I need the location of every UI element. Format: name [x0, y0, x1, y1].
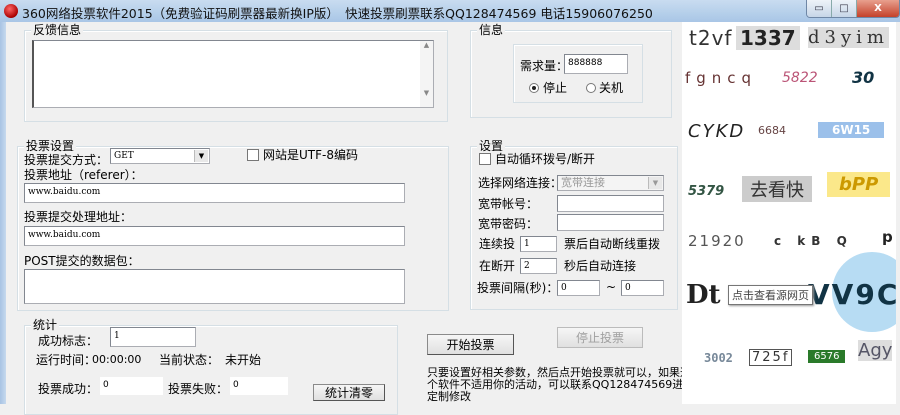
chevron-down-icon: ▼ [648, 177, 662, 189]
shutdown-radio-label: 关机 [599, 81, 624, 95]
auto-dial-checkbox[interactable] [479, 153, 491, 165]
account-input[interactable] [557, 195, 664, 212]
captcha-sample: 6576 [808, 350, 846, 363]
stop-radio-label: 停止 [543, 81, 568, 95]
fail-count-value: 0 [230, 377, 288, 395]
utf8-label: 网站是UTF-8编码 [263, 148, 358, 162]
continuous-suffix: 票后自动断线重拨 [564, 237, 661, 251]
demand-label: 需求量： [520, 59, 569, 73]
captcha-sample: 5379 [688, 184, 725, 199]
password-input[interactable] [557, 214, 664, 231]
interval-from-input[interactable]: 0 [557, 280, 600, 296]
minimize-button[interactable]: ▭ [807, 0, 832, 17]
captcha-sample: bPP [827, 172, 891, 197]
settings-group-label: 设置 [477, 139, 506, 153]
window-controls: ▭ □ X [806, 0, 900, 18]
vote-settings-label: 投票设置 [24, 139, 77, 153]
status-value: 未开始 [225, 353, 262, 367]
captcha-sample: 1337 [736, 26, 800, 50]
runtime-label: 运行时间： [36, 353, 97, 367]
chevron-down-icon: ▼ [194, 150, 208, 162]
demand-input[interactable]: 888888 [564, 54, 628, 74]
captcha-sample: CYKD [688, 121, 746, 142]
interval-label: 投票间隔(秒)： [477, 281, 559, 295]
stop-vote-button[interactable]: 停止投票 [557, 327, 643, 348]
method-label: 投票提交方式： [24, 153, 109, 167]
feedback-group-label: 反馈信息 [31, 23, 84, 37]
interval-separator: ~ [606, 280, 617, 294]
captcha-sample: 去看快 [742, 176, 812, 202]
submit-url-label: 投票提交处理地址： [24, 210, 133, 224]
close-button[interactable]: X [857, 0, 899, 17]
network-select[interactable]: 宽带连接 ▼ [557, 175, 664, 191]
success-flag-label: 成功标志： [38, 334, 99, 348]
method-select[interactable]: GET ▼ [110, 148, 210, 164]
window-title: 360网络投票软件2015（免费验证码刷票器最新换IP版） 快速投票刷票联系QQ… [22, 6, 653, 21]
stop-radio[interactable] [529, 83, 539, 93]
interval-to-input[interactable]: 0 [621, 280, 664, 296]
captcha-sample: Dt [686, 280, 721, 310]
post-data-textarea[interactable] [24, 269, 405, 304]
success-count-value: 0 [100, 377, 163, 395]
captcha-sample: fgncq [685, 69, 758, 87]
referer-label: 投票地址（referer）： [24, 168, 143, 182]
fail-count-label: 投票失败： [168, 382, 229, 396]
auto-dial-label: 自动循环拨号/断开 [495, 152, 596, 166]
app-icon [4, 4, 18, 18]
post-data-label: POST提交的数据包： [24, 254, 140, 268]
info-group-label: 信息 [477, 23, 506, 37]
captcha-sample: d3yim [808, 27, 889, 48]
disconnect-label: 在断开 [479, 259, 516, 273]
captcha-sample: 5822 [782, 70, 818, 86]
reset-stats-button[interactable]: 统计清零 [313, 384, 385, 401]
method-value: GET [114, 151, 134, 161]
success-flag-input[interactable]: 1 [110, 327, 196, 347]
continuous-input[interactable]: 1 [520, 236, 557, 252]
captcha-sample: 30 [852, 68, 875, 87]
captcha-sample: 6684 [758, 124, 786, 137]
password-label: 宽带密码： [478, 217, 539, 231]
submit-url-input[interactable]: www.baidu.com [24, 226, 405, 246]
account-label: 宽带帐号： [478, 197, 539, 211]
captcha-sample: 21920 [688, 232, 746, 250]
view-source-tooltip: 点击查看源网页 [728, 285, 813, 305]
captcha-sample: t2vf [689, 26, 733, 50]
captcha-sample: VV9C [808, 278, 896, 311]
disconnect-suffix: 秒后自动连接 [564, 259, 637, 273]
utf8-checkbox[interactable] [247, 149, 259, 161]
window-border [0, 22, 6, 404]
captcha-sample: c kB Q [774, 234, 853, 248]
captcha-samples-panel[interactable]: t2vf 1337 d3yim fgncq 5822 30 CYKD 6684 … [682, 22, 896, 404]
continuous-label: 连续投 [479, 237, 516, 251]
help-note: 只要设置好相关参数，然后点开始投票就可以，如果这个软件不适用你的活动，可以联系Q… [427, 366, 695, 403]
shutdown-radio[interactable] [586, 83, 596, 93]
runtime-value: 00:00:00 [92, 353, 142, 366]
captcha-sample: p [882, 228, 893, 246]
feedback-textarea[interactable] [32, 40, 434, 108]
maximize-button[interactable]: □ [832, 0, 857, 17]
success-count-label: 投票成功： [38, 382, 99, 396]
feedback-scrollbar[interactable]: ▲ ▼ [420, 41, 433, 107]
stats-group-label: 统计 [31, 318, 60, 332]
network-value: 宽带连接 [561, 176, 605, 189]
disconnect-input[interactable]: 2 [520, 258, 557, 274]
captcha-sample: 725f [749, 349, 793, 366]
captcha-sample: 6W15 [818, 122, 885, 138]
captcha-sample: 3002 [704, 351, 733, 365]
captcha-sample: Agy [858, 340, 893, 361]
referer-input[interactable]: www.baidu.com [24, 183, 405, 203]
start-vote-button[interactable]: 开始投票 [427, 334, 514, 355]
status-label: 当前状态： [159, 353, 220, 367]
network-label: 选择网络连接： [478, 176, 563, 190]
